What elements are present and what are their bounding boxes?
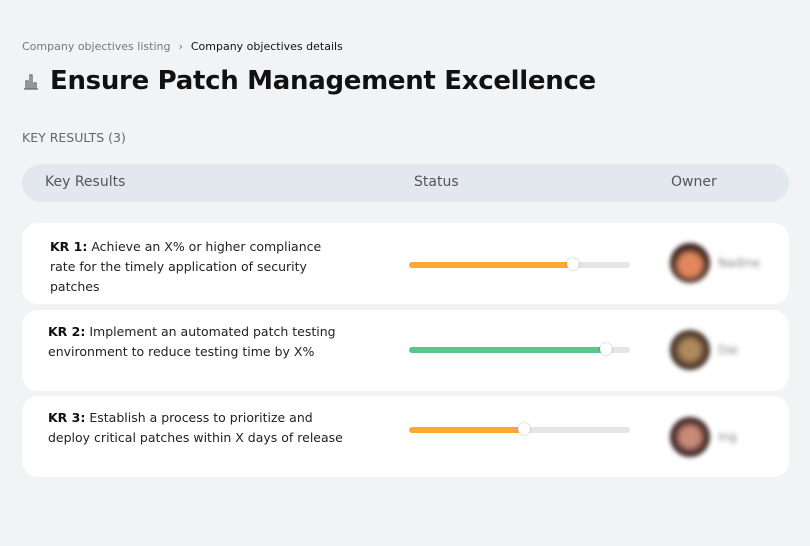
kr-description: KR 3: Establish a process to prioritize … [48, 408, 348, 448]
progress-fill [409, 347, 606, 353]
kr-text: Implement an automated patch testing env… [48, 324, 336, 359]
owner[interactable]: Nadine [670, 243, 760, 283]
chevron-right-icon: › [178, 40, 183, 53]
progress-bar [409, 343, 630, 355]
progress-knob [566, 258, 579, 270]
avatar [670, 243, 710, 283]
progress-bar [409, 258, 630, 270]
table-header: Key Results Status Owner [22, 164, 789, 202]
avatar [670, 330, 710, 370]
key-results-heading: KEY RESULTS (3) [22, 130, 126, 145]
breadcrumb-link-listing[interactable]: Company objectives listing [22, 40, 170, 53]
owner[interactable]: Ing [670, 417, 737, 457]
owner-name: Dai [718, 343, 738, 357]
kr-description: KR 2: Implement an automated patch testi… [48, 322, 348, 362]
avatar [670, 417, 710, 457]
progress-fill [409, 262, 573, 268]
progress-knob [599, 343, 612, 355]
owner[interactable]: Dai [670, 330, 738, 370]
owner-name: Ing [718, 430, 737, 444]
kr-description: KR 1: Achieve an X% or higher compliance… [50, 237, 350, 297]
column-header-key-results: Key Results [45, 174, 126, 190]
owner-name: Nadine [718, 256, 761, 270]
column-header-owner: Owner [671, 174, 717, 190]
kr-label: KR 2: [48, 324, 86, 339]
kr-text: Establish a process to prioritize and de… [48, 410, 343, 445]
breadcrumb: Company objectives listing › Company obj… [22, 40, 343, 53]
kr-label: KR 3: [48, 410, 86, 425]
building-chart-icon [24, 74, 38, 90]
breadcrumb-current: Company objectives details [190, 40, 343, 53]
table-row[interactable]: KR 1: Achieve an X% or higher compliance… [22, 223, 789, 304]
table-row[interactable]: KR 2: Implement an automated patch testi… [22, 310, 789, 391]
progress-fill [409, 427, 524, 433]
column-header-status: Status [414, 174, 459, 190]
kr-label: KR 1: [50, 239, 88, 254]
table-row[interactable]: KR 3: Establish a process to prioritize … [22, 396, 789, 477]
page-header: Ensure Patch Management Excellence [22, 66, 596, 96]
page-title: Ensure Patch Management Excellence [50, 66, 596, 96]
progress-knob [517, 423, 530, 435]
kr-text: Achieve an X% or higher compliance rate … [50, 239, 322, 294]
progress-bar [409, 423, 630, 435]
